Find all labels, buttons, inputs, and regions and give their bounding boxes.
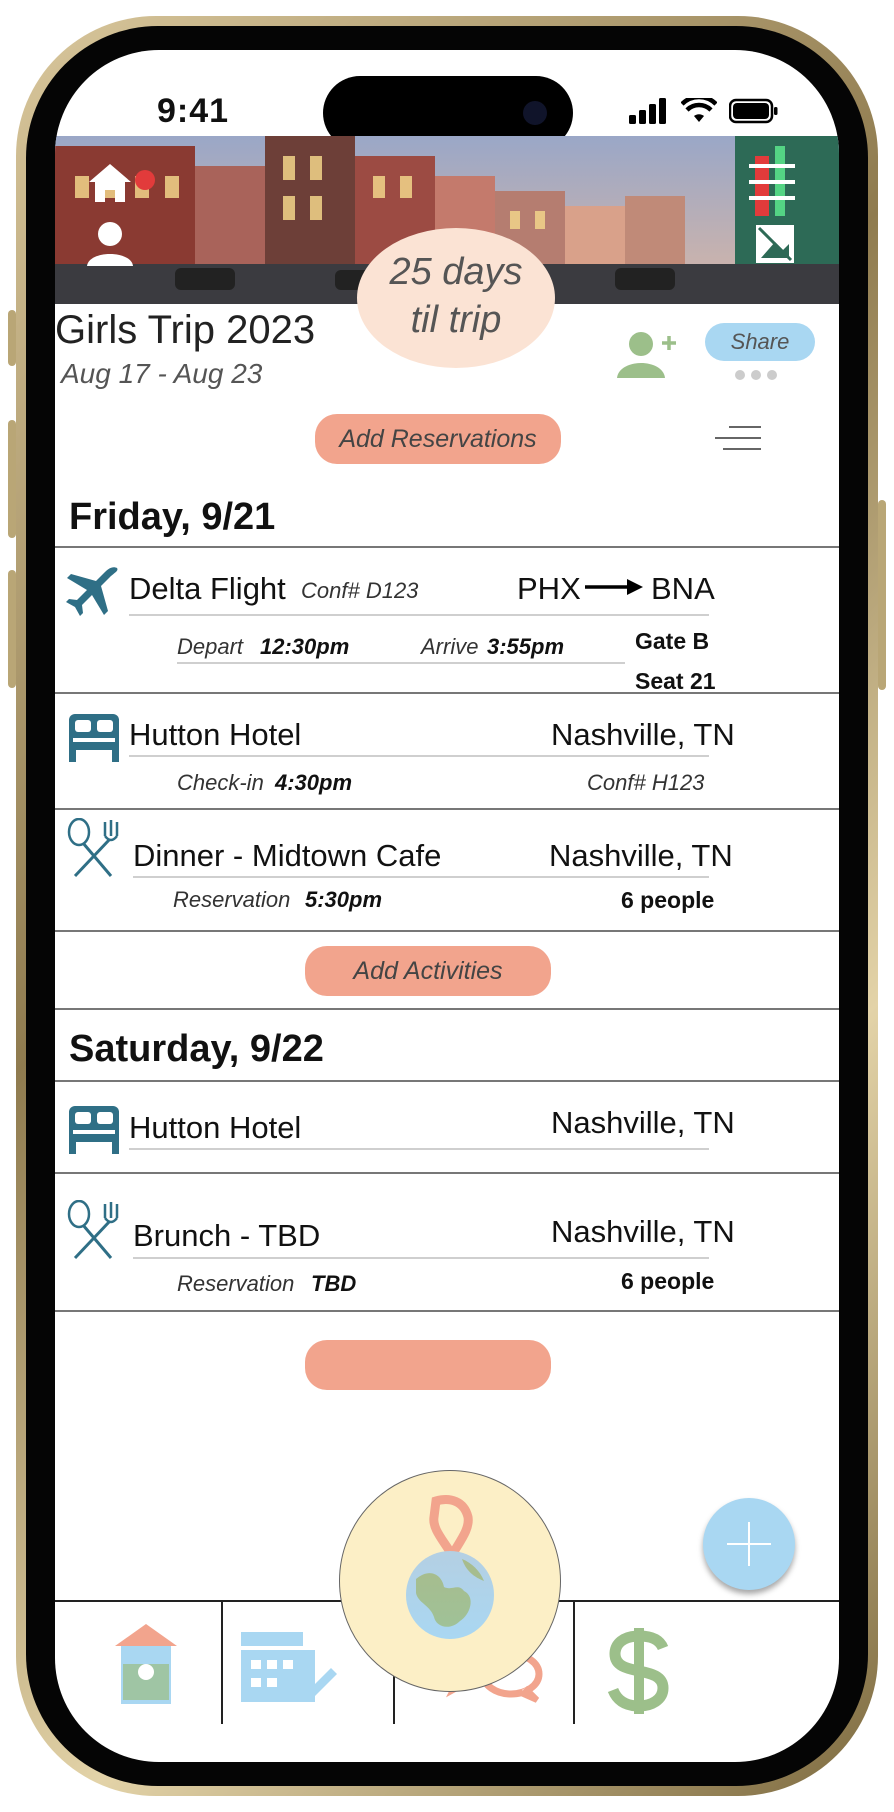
- share-button[interactable]: Share: [705, 323, 815, 361]
- checkin-time: 4:30pm: [275, 770, 353, 795]
- flight-origin: PHX: [517, 571, 581, 606]
- plane-icon: [66, 567, 118, 616]
- divider: [55, 1172, 839, 1174]
- brunch-name: Brunch - TBD: [133, 1218, 321, 1253]
- home-icon[interactable]: [87, 162, 133, 204]
- tab-separator: [221, 1602, 223, 1724]
- add-activities-button-hidden[interactable]: [305, 1340, 551, 1390]
- dinner-name: Dinner - Midtown Cafe: [133, 838, 442, 873]
- tab-separator: [573, 1602, 575, 1724]
- filter-icon[interactable]: [715, 426, 761, 452]
- status-bar: 9:41: [55, 50, 839, 150]
- flight-destination: BNA: [651, 571, 715, 606]
- hotel-location: Nashville, TN: [551, 1105, 735, 1140]
- itinerary-icon[interactable]: [113, 1622, 179, 1706]
- countdown-days: 25 days: [389, 251, 523, 293]
- arrow-right-icon: [585, 579, 643, 595]
- side-button-mute: [8, 310, 16, 366]
- row-underline: [133, 876, 709, 878]
- brunch-party-size: 6 people: [621, 1268, 715, 1294]
- calendar-edit-icon[interactable]: [241, 1632, 341, 1704]
- hotel-name: Hutton Hotel: [129, 717, 302, 752]
- signal-icon: [629, 98, 666, 124]
- divider: [55, 1310, 839, 1312]
- row-underline: [133, 1257, 709, 1259]
- battery-icon: [729, 98, 778, 124]
- row-underline: [177, 662, 625, 664]
- divider: [55, 930, 839, 932]
- trip-dates: Aug 17 - Aug 23: [61, 358, 263, 389]
- flight-conf: Conf# D123: [301, 578, 419, 603]
- add-fab-button[interactable]: [703, 1498, 795, 1590]
- user-icon[interactable]: [85, 220, 135, 268]
- status-time: 9:41: [157, 92, 230, 130]
- wifi-icon: [681, 98, 717, 122]
- brunch-location: Nashville, TN: [551, 1214, 735, 1249]
- row-underline: [129, 1148, 709, 1150]
- gate: Gate B: [635, 628, 710, 654]
- dollar-icon[interactable]: [607, 1626, 671, 1716]
- brunch-reservation-label: Reservation: [177, 1271, 295, 1296]
- brunch-reservation-time: TBD: [311, 1271, 357, 1296]
- dinner-reservation-label: Reservation: [173, 887, 291, 912]
- add-activities-button[interactable]: Add Activities: [305, 946, 551, 996]
- divider: [55, 692, 839, 694]
- bed-icon: [69, 714, 119, 762]
- dinner-reservation-time: 5:30pm: [305, 887, 383, 912]
- row-underline: [129, 614, 709, 616]
- status-icons: [629, 98, 779, 124]
- divider: [55, 1008, 839, 1010]
- countdown-badge: 25 days til trip: [357, 228, 555, 368]
- globe-pin-icon: [406, 1495, 494, 1639]
- checkin-label: Check-in: [177, 770, 264, 795]
- flight-name: Delta Flight: [129, 571, 286, 606]
- countdown-label: til trip: [410, 299, 502, 341]
- side-button-volume-down: [8, 570, 16, 688]
- hotel-conf: Conf# H123: [587, 770, 705, 795]
- side-button-volume-up: [8, 420, 16, 538]
- hotel-name: Hutton Hotel: [129, 1110, 302, 1145]
- dinner-party-size: 6 people: [621, 887, 715, 913]
- seat: Seat 21: [635, 668, 716, 694]
- arrive-time: 3:55pm: [487, 634, 565, 659]
- plus-icon: [727, 1522, 771, 1566]
- trip-title: Girls Trip 2023: [55, 308, 316, 352]
- divider: [55, 546, 839, 548]
- bed-icon: [69, 1106, 119, 1154]
- row-underline: [129, 755, 709, 757]
- day-heading-saturday: Saturday, 9/22: [69, 1028, 324, 1070]
- depart-label: Depart: [177, 634, 244, 659]
- more-options[interactable]: [735, 370, 777, 380]
- screen: 9:41 25 days til trip Girls Trip 2023 Au…: [55, 50, 839, 1762]
- camera-icon: [523, 101, 547, 125]
- add-reservations-button[interactable]: Add Reservations: [315, 414, 561, 464]
- divider: [55, 1080, 839, 1082]
- globe-nav-button[interactable]: [339, 1470, 561, 1692]
- utensils-icon: [67, 1200, 119, 1260]
- menu-icon[interactable]: [749, 164, 795, 200]
- arrive-label: Arrive: [421, 634, 479, 659]
- add-person-icon[interactable]: [617, 330, 679, 380]
- hotel-location: Nashville, TN: [551, 717, 735, 752]
- image-icon[interactable]: [755, 224, 795, 264]
- side-button-power: [878, 500, 886, 690]
- day-heading-friday: Friday, 9/21: [69, 496, 276, 538]
- depart-time: 12:30pm: [260, 634, 350, 659]
- dinner-location: Nashville, TN: [549, 838, 733, 873]
- divider: [55, 808, 839, 810]
- utensils-icon: [67, 818, 119, 878]
